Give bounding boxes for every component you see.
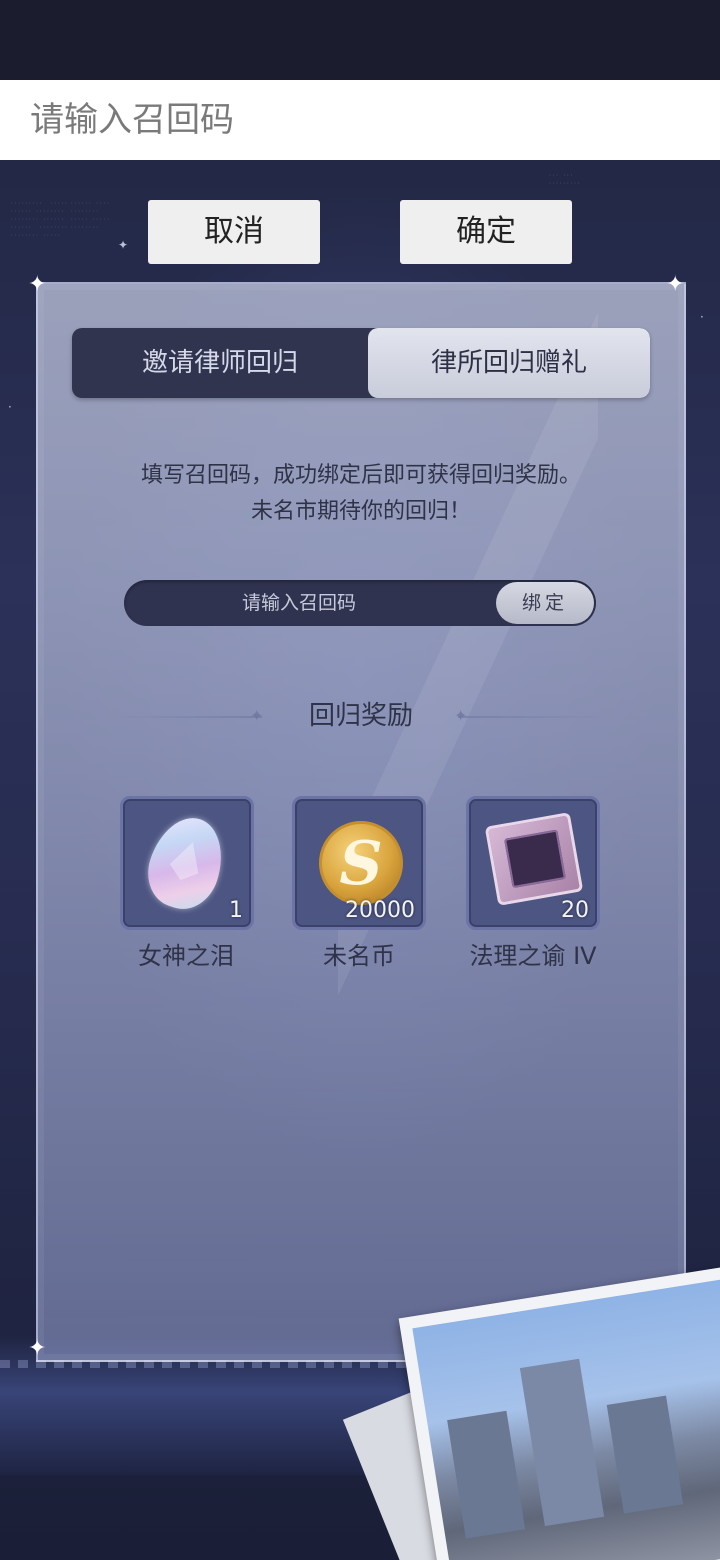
building-shape xyxy=(447,1410,526,1539)
bind-button[interactable]: 绑定 xyxy=(496,582,594,624)
recall-code-input-bar[interactable] xyxy=(0,80,720,160)
cancel-button[interactable]: 取消 xyxy=(148,200,320,264)
reward-item-frame[interactable]: 20 xyxy=(466,796,600,930)
reward-quantity: 20000 xyxy=(345,898,415,923)
reward-item-frame[interactable]: S 20000 xyxy=(292,796,426,930)
reward-quantity: 1 xyxy=(229,898,243,923)
star-icon: ✦ xyxy=(118,238,129,252)
hud-decoration: ······ ···· ········ ····· ····· ·······… xyxy=(70,200,110,231)
star-icon: · xyxy=(700,310,704,324)
reward-quantity: 20 xyxy=(561,898,589,923)
description: 填写召回码，成功绑定后即可获得回归奖励。 未名市期待你的回归！ xyxy=(36,458,686,530)
star-icon: · xyxy=(8,400,12,414)
coin-icon: S xyxy=(319,821,403,905)
tab-invite-lawyer[interactable]: 邀请律师回归 xyxy=(72,328,368,398)
description-line-1: 填写召回码，成功绑定后即可获得回归奖励。 xyxy=(140,463,581,488)
confirm-button[interactable]: 确定 xyxy=(400,200,572,264)
corner-star-icon: ✦ xyxy=(28,272,47,297)
reward-name: 法理之谕 IV xyxy=(469,942,597,970)
city-photo xyxy=(412,1278,720,1560)
reward-item-frame[interactable]: 1 xyxy=(120,796,254,930)
hud-decoration: ··· ··· ········· xyxy=(548,172,581,187)
chip-icon xyxy=(484,812,584,906)
gem-icon xyxy=(138,808,234,918)
reward-name: 未名币 xyxy=(323,942,395,970)
reward-name: 女神之泪 xyxy=(138,942,234,970)
reward-item-goddess-tear[interactable]: 1 女神之泪 xyxy=(120,796,254,971)
tab-return-gift[interactable]: 律所回归赠礼 xyxy=(368,328,650,398)
description-line-2: 未名市期待你的回归！ xyxy=(250,499,471,524)
building-shape xyxy=(606,1395,684,1514)
building-shape xyxy=(519,1358,605,1527)
status-bar xyxy=(0,0,720,80)
divider-right xyxy=(458,716,608,718)
bind-code-field[interactable]: 请输入召回码 绑定 xyxy=(124,580,596,626)
corner-star-icon: ✦ xyxy=(28,1336,47,1361)
reward-item-legal-decree[interactable]: 20 法理之谕 IV xyxy=(466,796,600,971)
recall-code-input[interactable] xyxy=(30,100,690,140)
bind-code-placeholder[interactable]: 请输入召回码 xyxy=(124,580,474,626)
hud-decoration: ········· ····· ······ ········ ········… xyxy=(10,200,68,239)
tab-bar: 邀请律师回归 律所回归赠礼 xyxy=(72,328,650,398)
reward-item-weiming-coin[interactable]: S 20000 未名币 xyxy=(292,796,426,971)
corner-star-icon: ✦ xyxy=(666,272,685,297)
